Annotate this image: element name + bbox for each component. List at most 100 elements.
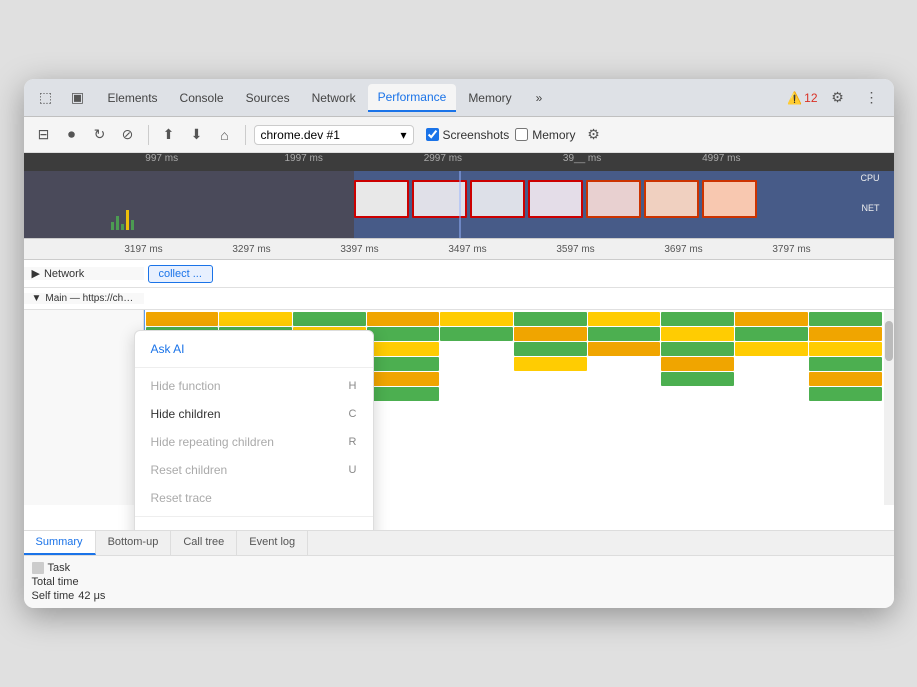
home-button[interactable]: ⌂ <box>213 123 237 147</box>
ctx-hide-function-label: Hide function <box>151 379 221 393</box>
device-mode-icon[interactable]: ▣ <box>64 84 92 112</box>
flame-cell[interactable] <box>809 327 882 341</box>
flame-cell[interactable] <box>514 342 587 356</box>
triangle-icon[interactable]: ▶ <box>32 267 40 280</box>
flame-cell[interactable] <box>661 327 734 341</box>
tab-bar: ⬚ ▣ Elements Console Sources Network Per… <box>24 79 894 117</box>
url-selector[interactable]: chrome.dev #1 ▾ <box>254 125 414 145</box>
total-time-row: Total time <box>32 576 886 588</box>
flame-cell[interactable] <box>809 312 882 326</box>
network-track-content[interactable]: collect ... <box>144 260 894 287</box>
time-mark-2: 3397 ms <box>340 244 378 255</box>
flame-cell[interactable] <box>440 312 513 326</box>
ruler-mark-1: 997 ms <box>145 153 178 164</box>
alert-badge[interactable]: ⚠️ 12 <box>787 91 817 105</box>
ruler-mark-4: 39__ ms <box>563 153 601 164</box>
flame-cell[interactable] <box>809 372 882 386</box>
scrollbar[interactable] <box>884 310 894 505</box>
flame-cell[interactable] <box>661 357 734 371</box>
flame-cell[interactable] <box>661 312 734 326</box>
ctx-hide-children[interactable]: Hide children C <box>135 400 373 428</box>
time-mark-0: 3197 ms <box>124 244 162 255</box>
flame-cell[interactable] <box>367 372 440 386</box>
inspect-icon[interactable]: ⬚ <box>32 84 60 112</box>
tab-console[interactable]: Console <box>170 85 234 111</box>
memory-checkbox-label[interactable]: Memory <box>515 128 575 142</box>
flame-cell[interactable] <box>809 342 882 356</box>
memory-checkbox[interactable] <box>515 128 528 141</box>
tab-elements[interactable]: Elements <box>98 85 168 111</box>
flame-cell[interactable] <box>367 342 440 356</box>
flame-cell[interactable] <box>219 312 292 326</box>
self-time-row: Self time 42 μs <box>32 590 886 602</box>
ctx-hide-repeating-key: R <box>349 436 357 448</box>
record-button[interactable]: ⏺ <box>60 123 84 147</box>
flame-cell[interactable] <box>367 357 440 371</box>
ctx-hide-repeating: Hide repeating children R <box>135 428 373 456</box>
flame-cell[interactable] <box>146 312 219 326</box>
collect-button[interactable]: collect ... <box>148 265 213 283</box>
main-track-content[interactable] <box>144 288 894 309</box>
tab-more[interactable]: » <box>526 85 553 111</box>
flame-cell[interactable] <box>367 327 440 341</box>
ctx-reset-children-label: Reset children <box>151 463 228 477</box>
flame-cell[interactable] <box>661 342 734 356</box>
flame-cell[interactable] <box>588 327 661 341</box>
tab-settings-group: ⚠️ 12 ⚙ ⋮ <box>781 84 885 112</box>
self-time-label: Self time <box>32 590 75 602</box>
screenshots-checkbox-label[interactable]: Screenshots <box>426 128 510 142</box>
ctx-reset-trace: Reset trace <box>135 484 373 512</box>
time-mark-3: 3497 ms <box>448 244 486 255</box>
tab-sources[interactable]: Sources <box>236 85 300 111</box>
tab-performance[interactable]: Performance <box>368 84 457 112</box>
flame-cell[interactable] <box>588 342 661 356</box>
tab-bottom-up[interactable]: Bottom-up <box>96 531 172 555</box>
ctx-ask-ai[interactable]: Ask AI <box>135 335 373 363</box>
flame-cell[interactable] <box>735 342 808 356</box>
capture-settings-button[interactable]: ⚙ <box>582 123 606 147</box>
flame-cell[interactable] <box>514 357 587 371</box>
tab-call-tree[interactable]: Call tree <box>171 531 237 555</box>
flame-cell[interactable] <box>514 312 587 326</box>
flame-cell[interactable] <box>514 327 587 341</box>
ctx-hide-function: Hide function H <box>135 372 373 400</box>
ctx-label-entry[interactable]: Label entry Double Click <box>135 521 373 530</box>
tab-summary[interactable]: Summary <box>24 531 96 555</box>
bottom-content: Task Total time Self time 42 μs <box>24 556 894 608</box>
reload-button[interactable]: ↻ <box>88 123 112 147</box>
sidebar-toggle-button[interactable]: ⊟ <box>32 123 56 147</box>
tab-event-log[interactable]: Event log <box>237 531 308 555</box>
flame-cell[interactable] <box>367 312 440 326</box>
alert-count: 12 <box>804 91 817 105</box>
flame-cell[interactable] <box>588 312 661 326</box>
settings-icon[interactable]: ⚙ <box>824 84 852 112</box>
flame-col-6 <box>514 312 587 503</box>
triangle-expand-icon[interactable]: ▼ <box>32 293 42 304</box>
timeline-tracks[interactable]: CPU NET <box>24 171 894 238</box>
separator-2 <box>245 125 246 145</box>
ctx-reset-children-key: U <box>349 464 357 476</box>
timeline-ruler: 997 ms 1997 ms 2997 ms 39__ ms 4997 ms <box>24 153 894 171</box>
more-options-icon[interactable]: ⋮ <box>858 84 886 112</box>
tab-memory[interactable]: Memory <box>458 85 521 111</box>
flame-cell[interactable] <box>367 387 440 401</box>
download-button[interactable]: ⬇ <box>185 123 209 147</box>
flame-cell[interactable] <box>735 327 808 341</box>
flame-cell[interactable] <box>293 312 366 326</box>
upload-button[interactable]: ⬆ <box>157 123 181 147</box>
timeline-overview[interactable]: 997 ms 1997 ms 2997 ms 39__ ms 4997 ms <box>24 153 894 238</box>
flame-cell[interactable] <box>735 312 808 326</box>
screenshots-checkbox[interactable] <box>426 128 439 141</box>
flame-cell[interactable] <box>809 387 882 401</box>
tab-network[interactable]: Network <box>302 85 366 111</box>
devtools-icons: ⬚ ▣ <box>32 84 92 112</box>
ruler-mark-3: 2997 ms <box>424 153 462 164</box>
flame-cell[interactable] <box>809 357 882 371</box>
network-track-row: ▶ Network collect ... <box>24 260 894 288</box>
clear-button[interactable]: ⊘ <box>116 123 140 147</box>
flame-cell[interactable] <box>440 327 513 341</box>
flame-cell[interactable] <box>661 372 734 386</box>
main-track-row: ▼ Main — https://chrome.dev/devtools-han… <box>24 288 894 310</box>
time-mark-1: 3297 ms <box>232 244 270 255</box>
scrollbar-thumb[interactable] <box>885 321 893 361</box>
